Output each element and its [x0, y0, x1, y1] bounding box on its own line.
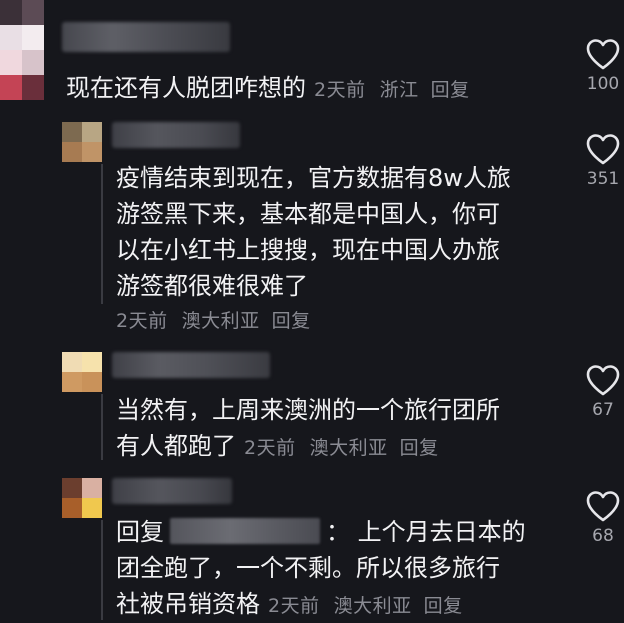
comment-location: 浙江 [379, 79, 419, 101]
like-count: 68 [592, 526, 614, 546]
like-count: 100 [586, 74, 620, 94]
comment-line: 团全跑了，一个不剩。所以很多旅行 [116, 554, 500, 582]
comment-line: 以在小红书上搜搜，现在中国人办旅 [116, 236, 500, 264]
comment-body: 疫情结束到现在，官方数据有8w人旅 游签黑下来，基本都是中国人，你可 以在小红书… [116, 160, 511, 304]
reply-line: 回复 ： 上个月去日本的 [116, 514, 526, 550]
comment-text: 现在还有人脱团咋想的 [66, 74, 306, 102]
comment-line-with-meta: 有人都跑了 2天前 澳大利亚 回复 [116, 428, 500, 466]
comment-time: 2天前 [116, 310, 168, 332]
comment-location: 澳大利亚 [309, 437, 388, 459]
thread-line [101, 520, 103, 620]
comment-time: 2天前 [314, 79, 366, 101]
avatar[interactable] [0, 0, 44, 100]
comment-line: 有人都跑了 [116, 432, 236, 460]
avatar[interactable] [62, 122, 102, 162]
reply-button[interactable]: 回复 [272, 310, 311, 332]
comment-meta: 2天前 澳大利亚 回复 [116, 306, 311, 333]
comment-line: 游签都很难很难了 [116, 272, 308, 300]
comment-body: 回复 ： 上个月去日本的 团全跑了，一个不剩。所以很多旅行 社被吊销资格 2天前 澳大… [116, 514, 526, 623]
username-redacted[interactable] [112, 478, 232, 504]
like-count: 67 [592, 400, 614, 420]
username-redacted[interactable] [112, 352, 270, 378]
avatar[interactable] [62, 352, 102, 392]
heart-icon [586, 491, 620, 522]
mention-username-redacted[interactable] [170, 518, 320, 544]
comment-feed: 现在还有人脱团咋想的 2天前 浙江 回复 100 疫情结束到现在，官方数据有8w人旅 … [0, 0, 624, 623]
username-redacted[interactable] [112, 122, 240, 148]
like-button[interactable]: 100 [573, 38, 624, 94]
like-button[interactable]: 68 [573, 490, 624, 546]
comment-line: 游签黑下来，基本都是中国人，你可 [116, 200, 500, 228]
heart-icon [586, 365, 620, 396]
comment-time: 2天前 [268, 595, 320, 617]
reply-button[interactable]: 回复 [431, 79, 470, 101]
comment-time: 2天前 [244, 437, 296, 459]
like-button[interactable]: 67 [573, 364, 624, 420]
like-count: 351 [586, 169, 620, 189]
comment-line: 社被吊销资格 [116, 590, 260, 618]
comment-location: 澳大利亚 [333, 595, 412, 617]
avatar[interactable] [62, 478, 102, 518]
heart-icon [586, 39, 620, 70]
thread-line [101, 394, 103, 460]
comment-line: 当然有，上周来澳洲的一个旅行团所 [116, 396, 500, 424]
comment-body: 现在还有人脱团咋想的 2天前 浙江 回复 [66, 70, 470, 108]
reply-button[interactable]: 回复 [424, 595, 463, 617]
reply-button[interactable]: 回复 [400, 437, 439, 459]
comment-body: 当然有，上周来澳洲的一个旅行团所 有人都跑了 2天前 澳大利亚 回复 [116, 392, 500, 466]
comment-line-with-meta: 社被吊销资格 2天前 澳大利亚 回复 [116, 586, 526, 623]
heart-icon [586, 134, 620, 165]
comment-line: 疫情结束到现在，官方数据有8w人旅 [116, 164, 511, 192]
thread-line [101, 164, 103, 304]
reply-prefix: 回复 [116, 518, 164, 546]
comment-line: ： 上个月去日本的 [326, 518, 526, 546]
comment-location: 澳大利亚 [181, 310, 260, 332]
like-button[interactable]: 351 [573, 133, 624, 189]
username-redacted[interactable] [62, 22, 230, 52]
